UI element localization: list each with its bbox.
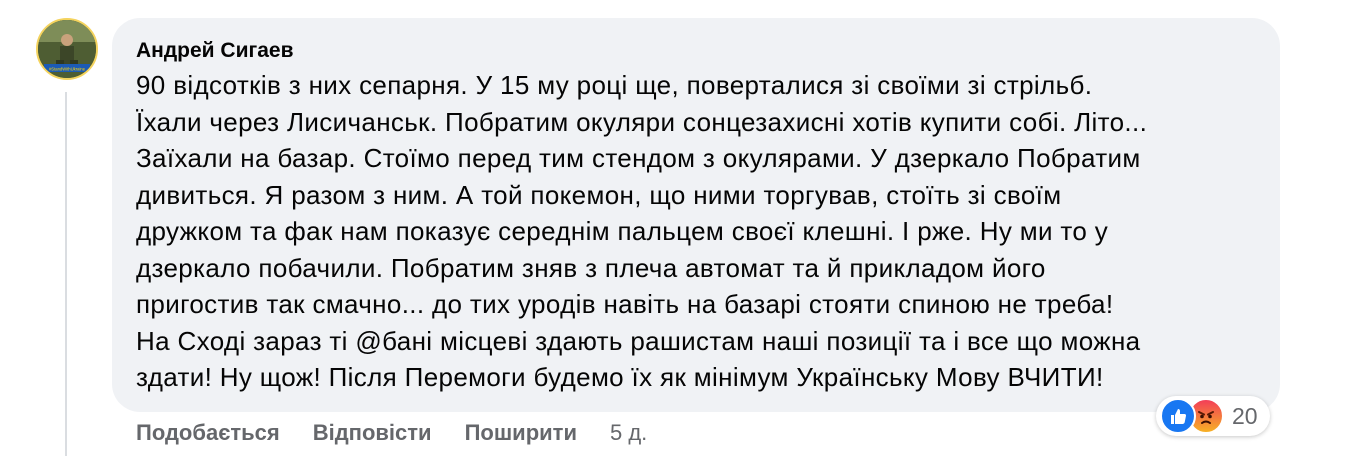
comment-bubble: Андрей Сигаев 90 відсотків з них сепарня…: [112, 18, 1280, 412]
comment-line: дружком та фак нам показує середнім паль…: [136, 216, 1109, 246]
like-button[interactable]: Подобається: [136, 420, 280, 446]
comment-text: 90 відсотків з них сепарня. У 15 му році…: [136, 67, 1254, 396]
comment-line: здати! Ну щож! Після Перемоги будемо їх …: [136, 362, 1104, 392]
comment-line: 90 відсотків з них сепарня. У 15 му році…: [136, 70, 1093, 100]
comment-line: Заїхали на базар. Стоїмо перед тим стенд…: [136, 143, 1141, 173]
share-button[interactable]: Поширити: [465, 420, 577, 446]
reactions-summary[interactable]: 20: [1156, 396, 1270, 436]
comment-container: #StandWithUkraine Андрей Сигаев 90 відсо…: [0, 0, 1362, 456]
reply-button[interactable]: Відповісти: [313, 420, 432, 446]
comment-line: Їхали через Лисичанськ. Побратим окуляри…: [136, 106, 1148, 137]
comment-line: дзеркало побачили. Побратим зняв з плеча…: [136, 252, 1046, 283]
comment-actions: Подобається Відповісти Поширити 5 д.: [136, 420, 647, 446]
thread-line: [65, 92, 67, 456]
comment-line: На Сході зараз ті @бані місцеві здають р…: [136, 325, 1141, 356]
avatar-badge-text: #StandWithUkraine: [49, 67, 86, 72]
author-name[interactable]: Андрей Сигаев: [136, 38, 294, 64]
comment-line: пригостив так смачно... до тих уродів на…: [136, 289, 1114, 319]
like-icon: [1160, 398, 1196, 434]
avatar[interactable]: #StandWithUkraine: [36, 18, 98, 80]
timestamp[interactable]: 5 д.: [610, 420, 647, 446]
avatar-photo: #StandWithUkraine: [38, 20, 96, 78]
reaction-count: 20: [1232, 402, 1258, 429]
comment-line: дивиться. Я разом з ним. А той покемон, …: [136, 179, 1062, 210]
